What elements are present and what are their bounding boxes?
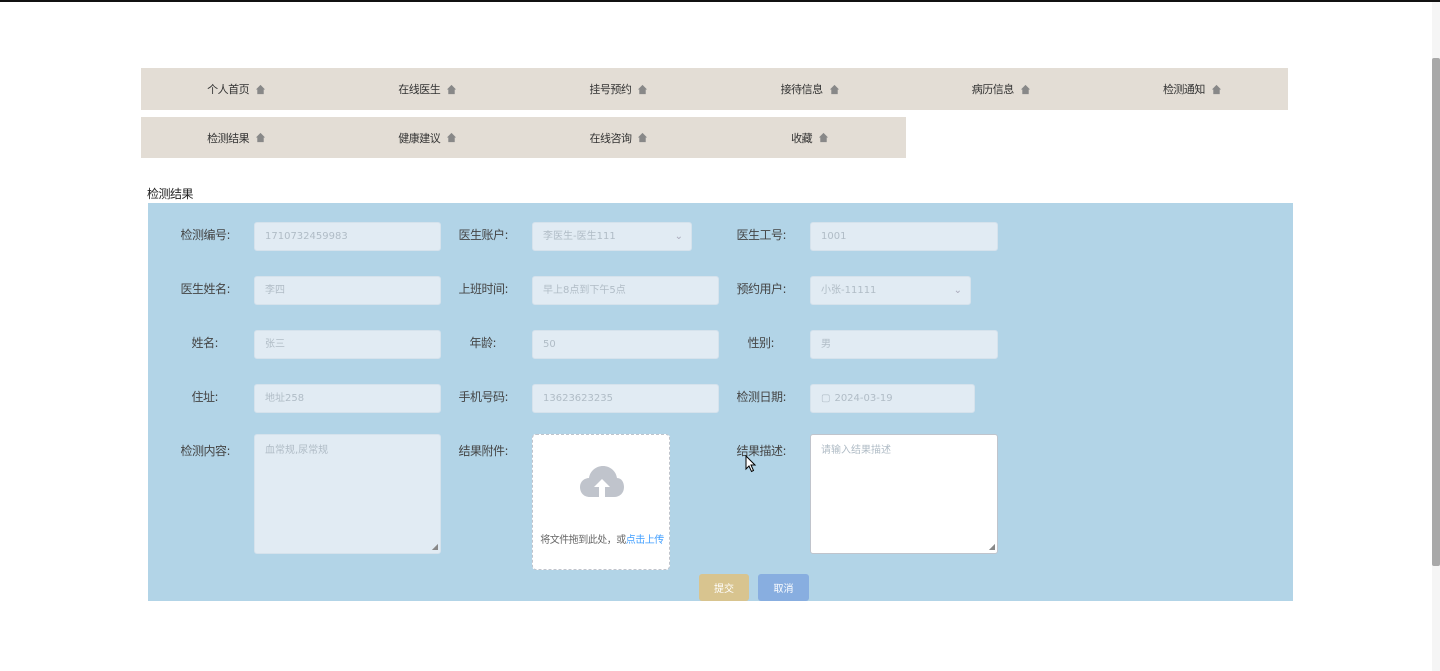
gender-field[interactable]: 男 xyxy=(810,330,998,359)
nav-item-label: 接待信息 xyxy=(780,83,824,96)
nav-item-label: 在线咨询 xyxy=(589,131,632,145)
home-icon xyxy=(819,132,829,143)
doctor-name-field[interactable]: 李四 xyxy=(254,276,441,305)
nav-item-label: 检测通知 xyxy=(1162,83,1206,96)
label-doctor-name: 医生姓名: xyxy=(180,282,230,296)
test-no-field[interactable]: 1710732459983 xyxy=(254,222,441,251)
file-upload-dropzone[interactable]: 将文件拖到此处，或点击上传 xyxy=(532,434,670,570)
nav-item-label: 挂号预约 xyxy=(589,83,632,96)
work-time-field[interactable]: 早上8点到下午5点 xyxy=(532,276,719,305)
label-test-date: 检测日期: xyxy=(736,390,786,404)
doctor-account-value: 李医生-医生111 xyxy=(543,231,616,242)
test-content-textarea[interactable]: 血常规,尿常规 ◢ xyxy=(254,434,441,554)
upload-click-link[interactable]: 点击上传 xyxy=(626,535,665,546)
calendar-icon: ▢ xyxy=(821,393,831,404)
phone-field[interactable]: 13623623235 xyxy=(532,384,719,413)
nav-item-test-notice[interactable]: 检测通知 xyxy=(1097,68,1288,110)
description-placeholder: 请输入结果描述 xyxy=(821,445,891,456)
label-attachment: 结果附件: xyxy=(458,444,508,458)
home-icon xyxy=(638,132,648,143)
upload-hint: 将文件拖到此处，或点击上传 xyxy=(533,531,671,546)
mouse-cursor-icon xyxy=(745,455,757,473)
nav-item-label: 收藏 xyxy=(791,131,813,145)
chevron-down-icon: ⌄ xyxy=(953,285,962,296)
test-content-value: 血常规,尿常规 xyxy=(265,445,329,456)
nav-item-appointment[interactable]: 挂号预约 xyxy=(523,68,714,110)
chevron-down-icon: ⌄ xyxy=(674,231,683,242)
name-field[interactable]: 张三 xyxy=(254,330,441,359)
booking-user-value: 小张-11111 xyxy=(821,285,877,296)
age-field[interactable]: 50 xyxy=(532,330,719,359)
label-name: 姓名: xyxy=(191,336,218,350)
cancel-button[interactable]: 取消 xyxy=(758,574,809,601)
nav-bar-row-2: 检测结果 健康建议 在线咨询 收藏 xyxy=(141,117,906,158)
doctor-id-field[interactable]: 1001 xyxy=(810,222,998,251)
nav-item-label: 个人首页 xyxy=(207,83,250,96)
home-icon xyxy=(255,84,266,94)
upload-cloud-icon xyxy=(580,466,624,497)
label-gender: 性别: xyxy=(747,336,774,350)
address-field[interactable]: 地址258 xyxy=(254,384,441,413)
test-date-value: 2024-03-19 xyxy=(834,393,893,404)
nav-item-label: 在线医生 xyxy=(398,83,441,96)
home-icon xyxy=(256,132,266,143)
nav-item-favorites[interactable]: 收藏 xyxy=(715,117,906,158)
scrollbar-thumb[interactable] xyxy=(1432,58,1440,566)
home-icon xyxy=(638,84,648,94)
label-address: 住址: xyxy=(191,390,218,404)
window-top-border xyxy=(0,0,1440,2)
home-icon xyxy=(447,132,457,143)
nav-bar-row-1: 个人首页 在线医生 挂号预约 接待信息 病历信息 检测通知 xyxy=(141,68,1288,110)
description-textarea[interactable]: 请输入结果描述 ◢ xyxy=(810,434,998,554)
label-test-no: 检测编号: xyxy=(180,228,230,242)
label-booking-user: 预约用户: xyxy=(736,282,786,296)
booking-user-select[interactable]: 小张-11111 ⌄ xyxy=(810,276,971,305)
resize-grip-icon[interactable]: ◢ xyxy=(432,542,438,551)
submit-button[interactable]: 提交 xyxy=(699,574,749,601)
label-phone: 手机号码: xyxy=(458,390,508,404)
home-icon xyxy=(1211,84,1222,94)
home-icon xyxy=(1020,84,1030,94)
nav-item-health-advice[interactable]: 健康建议 xyxy=(332,117,523,158)
nav-item-label: 病历信息 xyxy=(971,83,1015,96)
label-work-time: 上班时间: xyxy=(458,282,508,296)
nav-item-label: 健康建议 xyxy=(398,131,441,145)
nav-item-medical-record[interactable]: 病历信息 xyxy=(906,68,1097,110)
upload-hint-text: 将文件拖到此处，或 xyxy=(540,535,626,546)
home-icon xyxy=(829,84,839,94)
nav-item-label: 检测结果 xyxy=(207,131,250,145)
nav-item-home[interactable]: 个人首页 xyxy=(141,68,332,110)
label-age: 年龄: xyxy=(469,336,496,350)
test-date-picker[interactable]: ▢ 2024-03-19 xyxy=(810,384,975,413)
label-test-content: 检测内容: xyxy=(180,444,230,458)
resize-grip-icon[interactable]: ◢ xyxy=(989,542,995,551)
nav-item-reception[interactable]: 接待信息 xyxy=(715,68,906,110)
home-icon xyxy=(447,84,457,94)
page-title: 检测结果 xyxy=(147,187,194,201)
nav-item-online-doctor[interactable]: 在线医生 xyxy=(332,68,523,110)
label-doctor-account: 医生账户: xyxy=(458,228,508,242)
label-doctor-id: 医生工号: xyxy=(736,228,786,242)
doctor-account-select[interactable]: 李医生-医生111 ⌄ xyxy=(532,222,692,251)
nav-item-online-consult[interactable]: 在线咨询 xyxy=(523,117,714,158)
nav-item-test-result[interactable]: 检测结果 xyxy=(141,117,332,158)
